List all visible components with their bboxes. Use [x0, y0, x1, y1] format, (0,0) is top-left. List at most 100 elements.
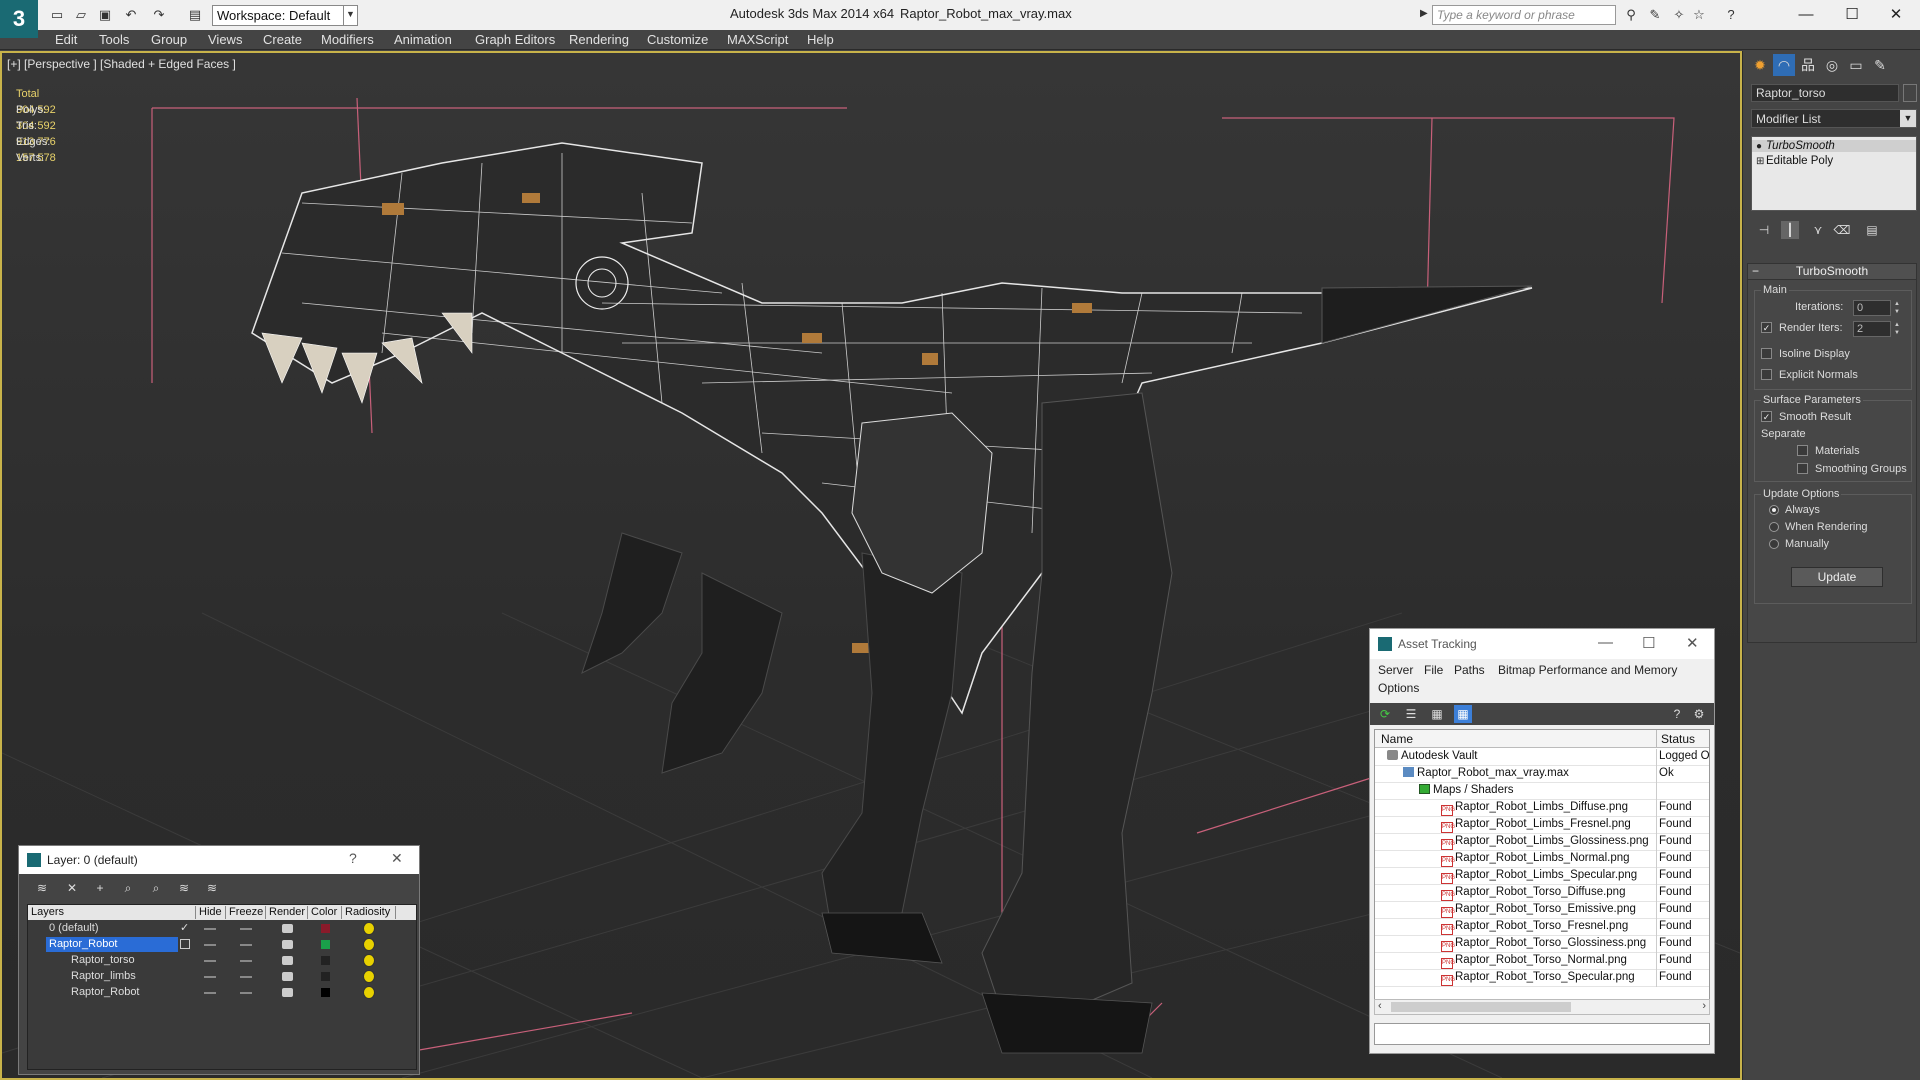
- menu-edit[interactable]: Edit: [55, 32, 77, 47]
- layer-name[interactable]: 0 (default): [46, 921, 102, 936]
- smooth-result-checkbox[interactable]: ✓: [1761, 411, 1772, 422]
- asset-row[interactable]: PNGRaptor_Robot_Torso_Normal.png Found: [1375, 953, 1709, 970]
- render-teapot-icon[interactable]: [282, 988, 293, 997]
- hide-all-icon[interactable]: ≋: [203, 879, 221, 897]
- asset-row[interactable]: PNGRaptor_Robot_Limbs_Diffuse.png Found: [1375, 800, 1709, 817]
- column-header[interactable]: Hide: [196, 906, 226, 919]
- open-folder-icon[interactable]: ▱: [72, 6, 90, 24]
- menu-graph-editors[interactable]: Graph Editors: [475, 32, 555, 47]
- scroll-right-icon[interactable]: ›: [1702, 1000, 1706, 1012]
- iterations-spinner[interactable]: 0: [1853, 300, 1891, 316]
- help-icon[interactable]: ?: [1722, 6, 1740, 24]
- layer-name[interactable]: Raptor_Robot: [68, 985, 143, 1000]
- freeze-toggle[interactable]: [240, 976, 252, 978]
- close-icon[interactable]: ✕: [391, 850, 403, 867]
- render-teapot-icon[interactable]: [282, 956, 293, 965]
- select-layer-icon[interactable]: ⌕: [147, 879, 165, 897]
- app-logo-icon[interactable]: 3: [0, 0, 38, 38]
- active-check-icon[interactable]: ✓: [180, 921, 189, 934]
- radiosity-icon[interactable]: [363, 970, 375, 983]
- spinner-arrows-icon[interactable]: ▲ ▼: [1893, 321, 1901, 337]
- favorites-star-icon[interactable]: ☆: [1690, 6, 1708, 24]
- layer-row[interactable]: Raptor_limbs: [28, 969, 416, 985]
- show-end-result-icon[interactable]: ┃: [1781, 221, 1799, 239]
- asset-row[interactable]: Maps / Shaders: [1375, 783, 1709, 800]
- freeze-toggle[interactable]: [240, 928, 252, 930]
- current-layer-icon[interactable]: [180, 939, 190, 949]
- expand-plus-icon[interactable]: ⊞: [1756, 156, 1766, 167]
- menu-help[interactable]: Help: [807, 32, 834, 47]
- close-icon[interactable]: ✕: [1686, 634, 1699, 652]
- minimize-icon[interactable]: —: [1784, 2, 1828, 28]
- display-tab-icon[interactable]: ▭: [1845, 54, 1867, 76]
- motion-tab-icon[interactable]: ◎: [1821, 54, 1843, 76]
- asset-row[interactable]: PNGRaptor_Robot_Limbs_Specular.png Found: [1375, 868, 1709, 885]
- render-teapot-icon[interactable]: [282, 972, 293, 981]
- subscription-icon[interactable]: ✎: [1646, 6, 1664, 24]
- column-header[interactable]: Name: [1381, 732, 1413, 746]
- utilities-tab-icon[interactable]: ✎: [1869, 54, 1891, 76]
- asset-row[interactable]: PNGRaptor_Robot_Limbs_Fresnel.png Found: [1375, 817, 1709, 834]
- hide-toggle[interactable]: [204, 976, 216, 978]
- layer-name[interactable]: Raptor_torso: [68, 953, 138, 968]
- viewport-label[interactable]: [+] [Perspective ] [Shaded + Edged Faces…: [7, 57, 236, 71]
- rollout-header[interactable]: − TurboSmooth: [1748, 264, 1916, 280]
- project-folder-icon[interactable]: ▤: [186, 6, 204, 24]
- asset-window-titlebar[interactable]: Asset Tracking — ☐ ✕: [1370, 629, 1714, 659]
- list-view-icon[interactable]: ☰: [1402, 705, 1420, 723]
- layer-row[interactable]: Raptor_Robot: [28, 985, 416, 1001]
- menu-animation[interactable]: Animation: [394, 32, 452, 47]
- asset-row[interactable]: PNGRaptor_Robot_Limbs_Glossiness.png Fou…: [1375, 834, 1709, 851]
- layers-icon[interactable]: ≋: [33, 879, 51, 897]
- delete-layer-icon[interactable]: ✕: [63, 879, 81, 897]
- update-button[interactable]: Update: [1791, 567, 1883, 587]
- refresh-icon[interactable]: ⟳: [1376, 705, 1394, 723]
- object-color-swatch[interactable]: [321, 972, 330, 981]
- asset-row[interactable]: PNGRaptor_Robot_Torso_Glossiness.png Fou…: [1375, 936, 1709, 953]
- layer-row[interactable]: Raptor_torso: [28, 953, 416, 969]
- hide-toggle[interactable]: [204, 992, 216, 994]
- column-header[interactable]: Radiosity: [342, 906, 396, 919]
- render-teapot-icon[interactable]: [282, 924, 293, 933]
- horizontal-scrollbar[interactable]: ‹ ›: [1374, 999, 1710, 1015]
- workspace-dropdown[interactable]: Workspace: Default: [212, 5, 358, 26]
- binoculars-icon[interactable]: ⚲: [1622, 6, 1640, 24]
- table-view-icon[interactable]: ▦: [1454, 705, 1472, 723]
- column-header[interactable]: Layers: [28, 906, 196, 919]
- stack-item-editable-poly[interactable]: ⊞ Editable Poly: [1756, 155, 1833, 167]
- layer-color-swatch[interactable]: [321, 940, 330, 949]
- freeze-toggle[interactable]: [240, 944, 252, 946]
- isoline-checkbox[interactable]: [1761, 348, 1772, 359]
- layer-name[interactable]: Raptor_Robot: [46, 937, 178, 952]
- new-file-icon[interactable]: ▭: [48, 6, 66, 24]
- menu-options[interactable]: Options: [1378, 681, 1419, 695]
- asset-row[interactable]: PNGRaptor_Robot_Torso_Fresnel.png Found: [1375, 919, 1709, 936]
- pin-stack-icon[interactable]: ⊣: [1755, 221, 1773, 239]
- menu-customize[interactable]: Customize: [647, 32, 708, 47]
- maximize-icon[interactable]: ☐: [1642, 634, 1655, 652]
- explicit-normals-checkbox[interactable]: [1761, 369, 1772, 380]
- render-teapot-icon[interactable]: [282, 940, 293, 949]
- when-rendering-radio[interactable]: [1769, 522, 1779, 532]
- render-iters-spinner[interactable]: 2: [1853, 321, 1891, 337]
- column-header[interactable]: Freeze: [226, 906, 266, 919]
- maximize-icon[interactable]: ☐: [1830, 2, 1874, 28]
- chevron-down-icon[interactable]: ▼: [343, 5, 357, 26]
- object-color-swatch[interactable]: [321, 956, 330, 965]
- column-header[interactable]: Status: [1661, 732, 1695, 746]
- modify-tab-icon[interactable]: ◠: [1773, 54, 1795, 76]
- settings-icon[interactable]: ⚙: [1690, 705, 1708, 723]
- radiosity-icon[interactable]: [363, 954, 375, 967]
- radiosity-icon[interactable]: [363, 938, 375, 951]
- column-header[interactable]: Render: [266, 906, 308, 919]
- manually-radio[interactable]: [1769, 539, 1779, 549]
- hide-toggle[interactable]: [204, 960, 216, 962]
- hide-toggle[interactable]: [204, 928, 216, 930]
- asset-row[interactable]: Raptor_Robot_max_vray.max Ok: [1375, 766, 1709, 783]
- menu-tools[interactable]: Tools: [99, 32, 129, 47]
- asset-row[interactable]: PNGRaptor_Robot_Limbs_Normal.png Found: [1375, 851, 1709, 868]
- hierarchy-tab-icon[interactable]: 品: [1797, 54, 1819, 76]
- asset-row[interactable]: Autodesk Vault Logged O: [1375, 749, 1709, 766]
- menu-create[interactable]: Create: [263, 32, 302, 47]
- undo-icon[interactable]: ↶: [122, 6, 140, 24]
